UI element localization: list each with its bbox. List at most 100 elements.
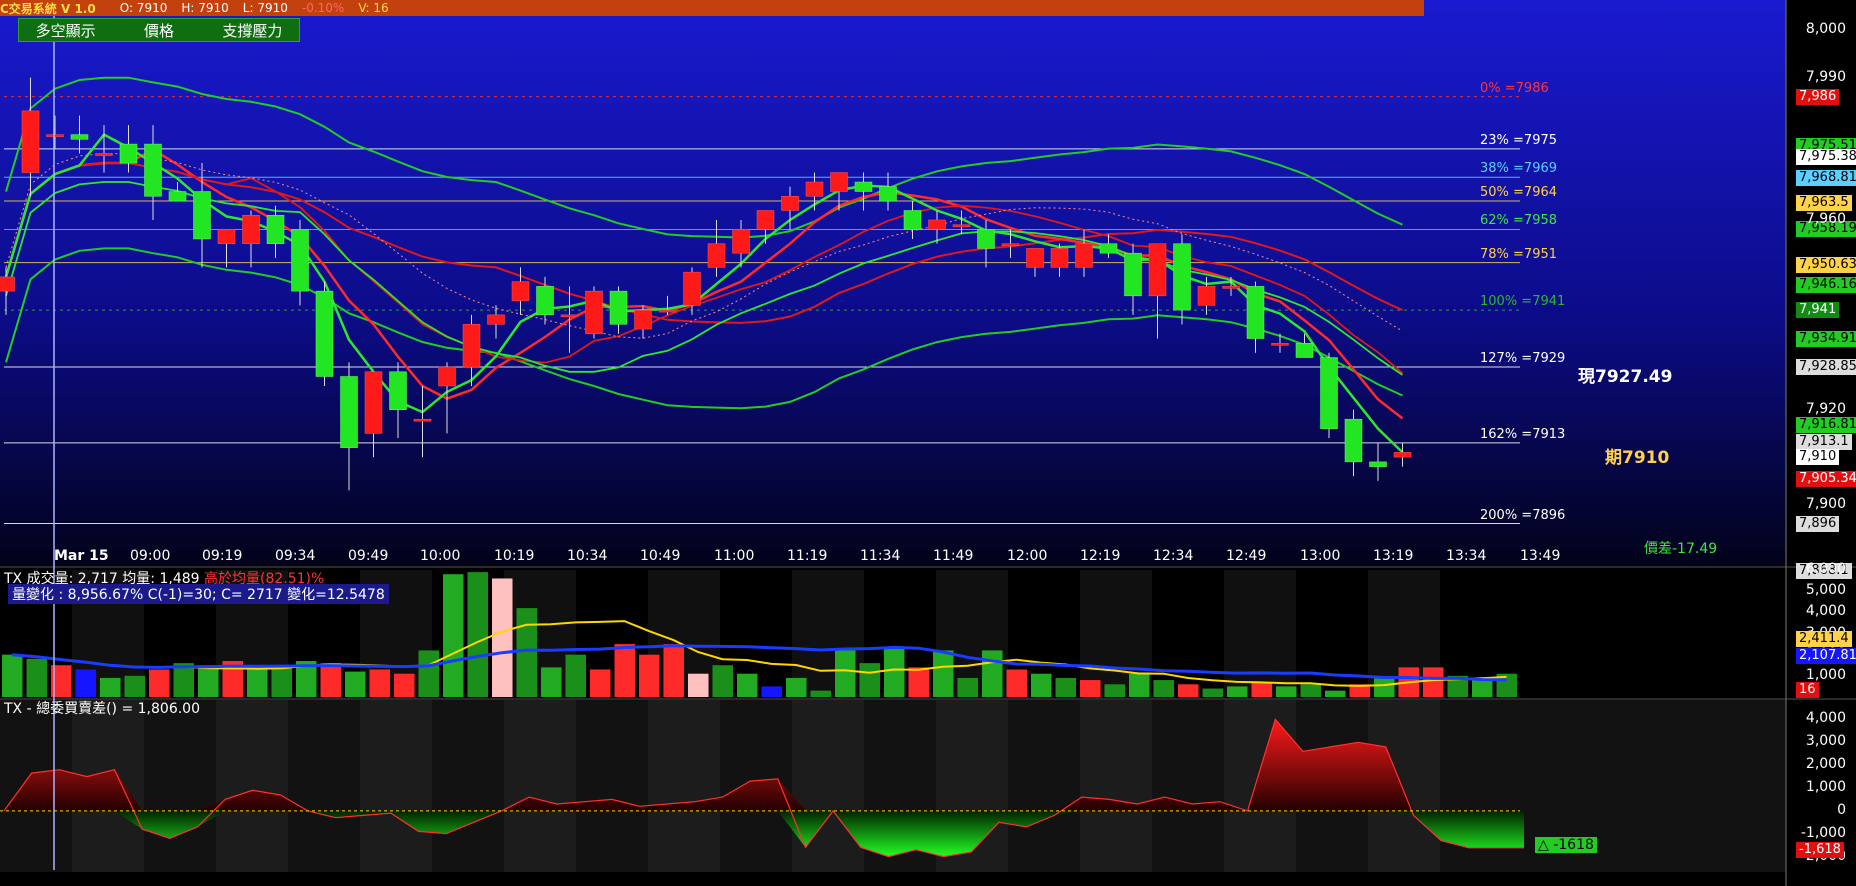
volume-bar <box>639 654 660 697</box>
volume-bar <box>982 650 1003 697</box>
candle-body <box>1124 252 1142 297</box>
volume-grid-stripe <box>1224 570 1296 697</box>
candle-body <box>1075 243 1093 268</box>
volume-bar <box>124 675 145 697</box>
candle-body <box>854 181 873 192</box>
volume-bar <box>2 654 23 697</box>
price-tag: 7,975.38 <box>1796 149 1856 166</box>
volume-bar <box>516 608 537 697</box>
candle-body <box>1393 452 1412 458</box>
candle-body <box>119 143 138 164</box>
volume-bar <box>1031 673 1052 697</box>
candle-body <box>1173 243 1191 311</box>
time-axis-label: 11:34 <box>860 548 901 564</box>
fib-label: 78% =7951 <box>1480 246 1558 262</box>
delta-label: △ -1618 <box>1535 837 1597 853</box>
volume-bar <box>835 650 856 697</box>
volume-tag-blue: 2,107.81 <box>1796 648 1856 664</box>
candle-body <box>193 191 211 240</box>
time-axis-label: 11:00 <box>714 548 755 564</box>
time-axis-label: 10:34 <box>567 548 608 564</box>
candle-body <box>1369 461 1387 467</box>
candle-body <box>389 371 407 410</box>
volume-bar <box>75 669 96 697</box>
candle-body <box>634 309 652 330</box>
price-axis-tick: 7,920 <box>1805 400 1846 417</box>
volume-bar <box>1055 677 1076 697</box>
time-axis-label: 10:00 <box>420 548 461 564</box>
price-axis-tick: 7,990 <box>1805 68 1846 85</box>
price-tag: 7,916.81 <box>1796 416 1856 433</box>
volume-readout: V: 16 <box>358 1 389 15</box>
fib-label: 127% =7929 <box>1480 351 1566 366</box>
volume-bar <box>1325 690 1346 697</box>
indicator-toolbar: 多空顯示 價格 支撐壓力 <box>18 18 300 42</box>
candle-body <box>683 271 701 306</box>
volume-bar <box>345 671 366 697</box>
volume-bar <box>247 667 268 697</box>
price-button[interactable]: 價格 <box>112 20 205 41</box>
candle-body <box>658 309 677 313</box>
candle-body <box>1148 243 1167 297</box>
volume-bar <box>394 673 415 697</box>
volume-bar <box>688 673 709 697</box>
volume-bar <box>859 663 880 697</box>
candle-body <box>1197 286 1216 306</box>
volume-change: 量變化 : 8,956.67% C(-1)=30; C= 2717 變化=12.… <box>8 584 389 604</box>
volume-bar <box>957 677 978 697</box>
net-header: TX - 總委買賣差() = 1,806.00 <box>4 701 200 717</box>
volume-bar <box>1178 684 1199 697</box>
candle-body <box>46 134 64 137</box>
price-axis-tick: 8,000 <box>1805 21 1846 38</box>
time-axis-label: Mar 15 <box>54 548 109 564</box>
candle-body <box>438 366 456 387</box>
volume-bar <box>1374 677 1395 697</box>
fib-label: 100% =7941 <box>1480 294 1566 310</box>
candle-body <box>977 229 995 249</box>
net-axis-tick: -1,000 <box>1800 824 1846 841</box>
volume-bar <box>1153 680 1174 697</box>
volume-bar <box>100 677 121 697</box>
volume-bar <box>369 669 390 697</box>
candle-body <box>144 143 162 197</box>
volume-bar <box>443 574 464 697</box>
volume-grid-stripe <box>504 570 576 697</box>
net-axis-tick: 3,000 <box>1805 733 1846 750</box>
volume-tag-yellow: 2,411.4 <box>1796 631 1852 647</box>
net-current-tag: -1,618 <box>1796 842 1844 858</box>
price-axis-tick: 7,960 <box>1805 210 1846 227</box>
chart-canvas <box>0 0 1856 886</box>
time-axis-label: 12:00 <box>1007 548 1048 564</box>
price-tag: 7,950.63 <box>1796 256 1856 273</box>
time-axis-label: 13:49 <box>1520 548 1561 564</box>
candle-body <box>242 214 260 244</box>
volume-bar <box>761 686 782 697</box>
net-grid-stripe <box>504 700 576 872</box>
net-grid-stripe <box>792 700 864 872</box>
candle-body <box>830 172 848 192</box>
support-resistance-button[interactable]: 支撐壓力 <box>206 20 299 41</box>
candle-body <box>21 110 40 173</box>
title-bar: C交易系統 V 1.0 O: 7910 H: 7910 L: 7910 -0.1… <box>0 0 1424 16</box>
volume-bar <box>198 665 219 697</box>
volume-bar <box>1104 684 1125 697</box>
long-short-button[interactable]: 多空顯示 <box>19 20 112 41</box>
volume-bar <box>1202 688 1223 697</box>
volume-bar <box>492 578 513 697</box>
app-title: C交易系統 V 1.0 <box>0 1 96 16</box>
time-axis-label: 09:00 <box>130 548 171 564</box>
trading-app: C交易系統 V 1.0 O: 7910 H: 7910 L: 7910 -0.1… <box>0 0 1856 886</box>
candle-body <box>903 210 922 230</box>
volume-bar <box>590 669 611 697</box>
candle-body <box>291 229 309 292</box>
candle-body <box>585 290 603 335</box>
price-tag: 7,946.16 <box>1796 277 1856 294</box>
net-axis-tick: 1,000 <box>1805 779 1846 795</box>
price-tag: 7,910 <box>1796 449 1840 466</box>
volume-bar <box>1129 673 1150 697</box>
time-axis-label: 13:00 <box>1300 548 1341 564</box>
candle-body <box>168 191 187 202</box>
net-grid-stripe <box>216 700 288 872</box>
volume-axis-tick: 5,000 <box>1805 582 1846 599</box>
candle-body <box>315 290 334 377</box>
